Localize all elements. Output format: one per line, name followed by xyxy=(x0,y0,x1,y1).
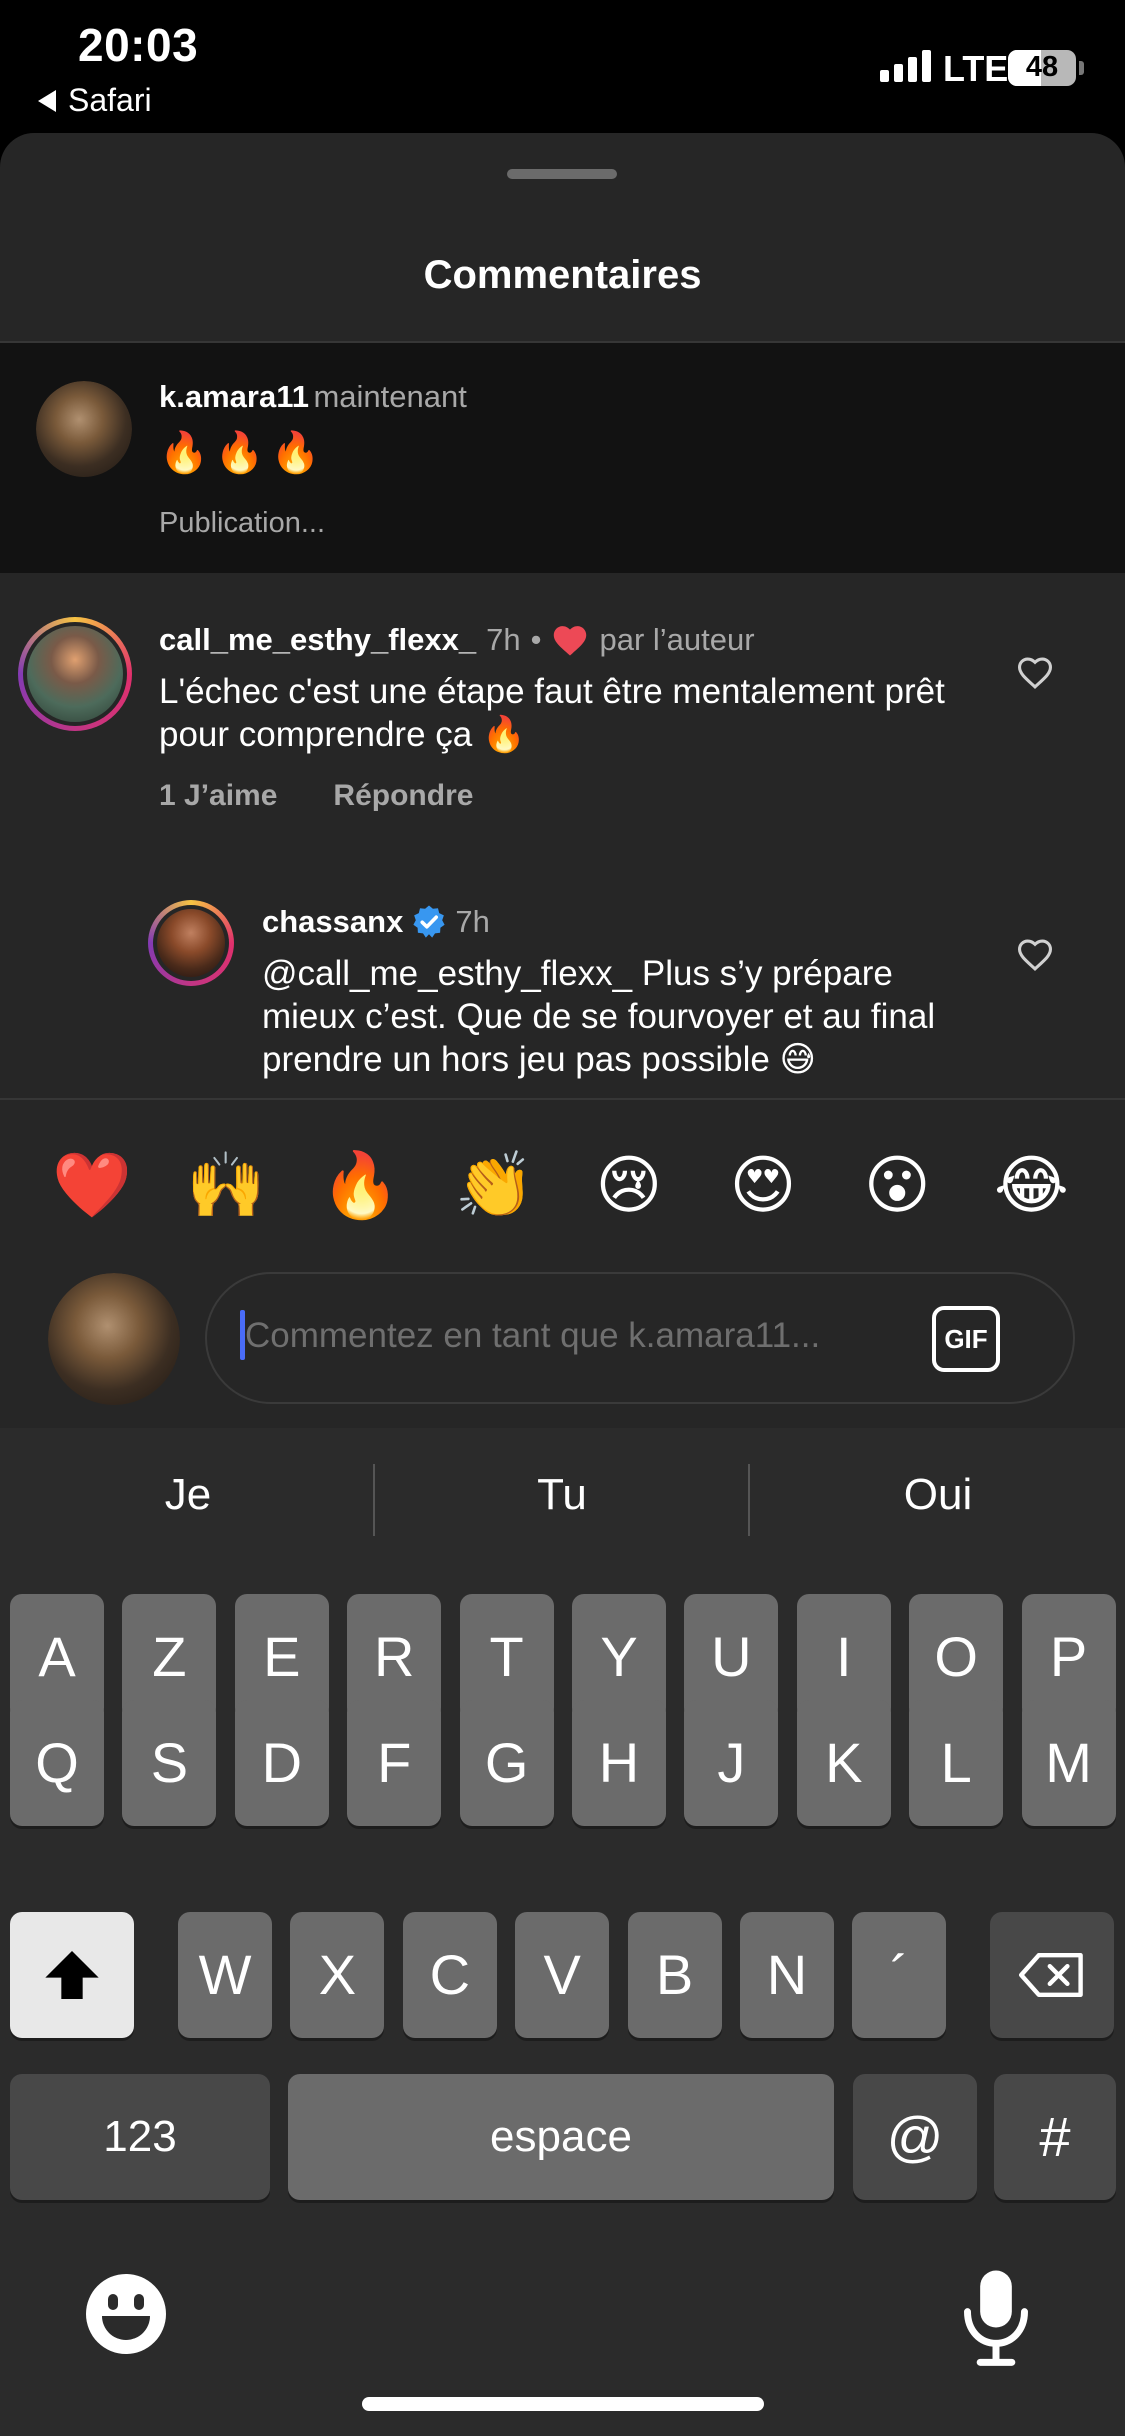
key-acute-accent[interactable]: ´ xyxy=(852,1912,947,2038)
emoji-surprised-face-button[interactable]: 😮 xyxy=(857,1148,937,1223)
avatar[interactable] xyxy=(148,900,234,986)
suggestion-2[interactable]: Tu xyxy=(412,1470,712,1520)
meta-separator: • xyxy=(530,622,542,657)
key-v[interactable]: V xyxy=(515,1912,610,2038)
key-w[interactable]: W xyxy=(178,1912,272,2038)
comment-time: 7h xyxy=(486,622,521,657)
comment-time: maintenant xyxy=(313,379,467,414)
reply-time: 7h xyxy=(455,904,490,939)
space-key[interactable]: espace xyxy=(288,2074,834,2200)
suggestion-divider xyxy=(748,1464,750,1536)
key-f[interactable]: F xyxy=(347,1700,442,1826)
comment-username[interactable]: call_me_esthy_flexx_ xyxy=(159,622,476,658)
shift-arrow-icon xyxy=(45,1951,99,1999)
emoji-heart-eyes-button[interactable]: 😍 xyxy=(723,1148,803,1223)
comment-text: 🔥🔥🔥 xyxy=(159,431,327,475)
suggestion-1[interactable]: Je xyxy=(38,1470,338,1520)
hash-key[interactable]: # xyxy=(994,2074,1116,2200)
liked-heart-icon xyxy=(554,626,587,656)
emoji-clapping-hands-button[interactable]: 👏 xyxy=(455,1148,535,1223)
comments-sheet: Commentaires k.amara11 maintenant 🔥🔥🔥 Pu… xyxy=(0,133,1125,1428)
home-indicator[interactable] xyxy=(362,2397,764,2411)
like-heart-icon[interactable] xyxy=(1016,656,1054,690)
signal-icon xyxy=(880,48,931,82)
emoji-bar-divider xyxy=(0,1098,1125,1100)
status-bar: 20:03 Safari LTE 48 xyxy=(0,0,1125,135)
back-app-label: Safari xyxy=(68,82,152,118)
backspace-icon xyxy=(1019,1953,1083,1997)
comment-header: call_me_esthy_flexx_ 7h • par l’auteur xyxy=(159,622,755,658)
publishing-status: Publication... xyxy=(159,507,326,539)
emoji-raising-hands-button[interactable]: 🙌 xyxy=(186,1148,266,1223)
key-d[interactable]: D xyxy=(234,1700,329,1826)
sheet-title: Commentaires xyxy=(423,253,702,297)
numbers-key[interactable]: 123 xyxy=(10,2074,270,2200)
back-to-safari[interactable]: Safari xyxy=(38,82,152,119)
verified-badge-icon xyxy=(413,905,445,938)
key-c[interactable]: C xyxy=(402,1912,497,2038)
comment-text: L'échec c'est une étape faut être mental… xyxy=(159,672,945,754)
comment-actions: 1 J’aime Répondre xyxy=(159,779,473,813)
suggestion-divider xyxy=(373,1464,375,1536)
avatar[interactable] xyxy=(36,381,132,477)
delete-key[interactable] xyxy=(990,1912,1114,2038)
liked-by-author-label: par l’auteur xyxy=(599,622,755,657)
key-j[interactable]: J xyxy=(684,1700,779,1826)
keyboard: Je Tu Oui A Z E R T Y U I O P Q S D F G H J K L M W X C V B N ´ 12… xyxy=(0,1428,1125,2436)
reply-button[interactable]: Répondre xyxy=(333,779,473,813)
status-time: 20:03 xyxy=(78,19,199,71)
key-q[interactable]: Q xyxy=(10,1700,104,1826)
key-k[interactable]: K xyxy=(796,1700,891,1826)
emoji-crying-face-button[interactable]: 😢 xyxy=(589,1148,669,1223)
avatar[interactable] xyxy=(18,617,132,731)
comment-username[interactable]: k.amara11 xyxy=(159,379,309,414)
battery-percent: 48 xyxy=(1025,51,1059,83)
network-label: LTE xyxy=(943,48,1009,89)
at-key[interactable]: @ xyxy=(853,2074,977,2200)
back-arrow-icon xyxy=(38,89,56,112)
likes-count[interactable]: 1 J’aime xyxy=(159,779,277,813)
key-n[interactable]: N xyxy=(740,1912,834,2038)
reply-username[interactable]: chassanx xyxy=(262,904,403,940)
key-l[interactable]: L xyxy=(909,1700,1004,1826)
emoji-heart-button[interactable]: ❤️ xyxy=(52,1148,132,1223)
suggestion-3[interactable]: Oui xyxy=(788,1470,1088,1520)
emoji-tears-of-joy-button[interactable]: 😂 xyxy=(991,1148,1071,1223)
comment-input-placeholder: Commentez en tant que k.amara11... xyxy=(245,1316,821,1355)
like-heart-icon[interactable] xyxy=(1016,938,1054,972)
shift-key[interactable] xyxy=(10,1912,134,2038)
gif-button[interactable]: GIF xyxy=(932,1306,1000,1372)
composer-avatar xyxy=(48,1273,180,1405)
reply-text: @call_me_esthy_flexx_ Plus s’y prépare m… xyxy=(262,954,936,1079)
battery-tip xyxy=(1079,61,1084,75)
key-s[interactable]: S xyxy=(122,1700,217,1826)
key-x[interactable]: X xyxy=(290,1912,385,2038)
battery-icon: 48 xyxy=(1008,50,1076,86)
reply-header: chassanx 7h xyxy=(262,904,490,940)
key-g[interactable]: G xyxy=(459,1700,554,1826)
emoji-keyboard-icon[interactable] xyxy=(86,2274,166,2354)
pending-comment: k.amara11 maintenant 🔥🔥🔥 Publication... xyxy=(0,343,1125,573)
key-b[interactable]: B xyxy=(627,1912,722,2038)
key-m[interactable]: M xyxy=(1021,1700,1116,1826)
dictation-mic-icon[interactable] xyxy=(958,2266,1034,2370)
sheet-grabber[interactable] xyxy=(507,169,617,179)
key-h[interactable]: H xyxy=(572,1700,666,1826)
emoji-fire-button[interactable]: 🔥 xyxy=(320,1148,401,1223)
